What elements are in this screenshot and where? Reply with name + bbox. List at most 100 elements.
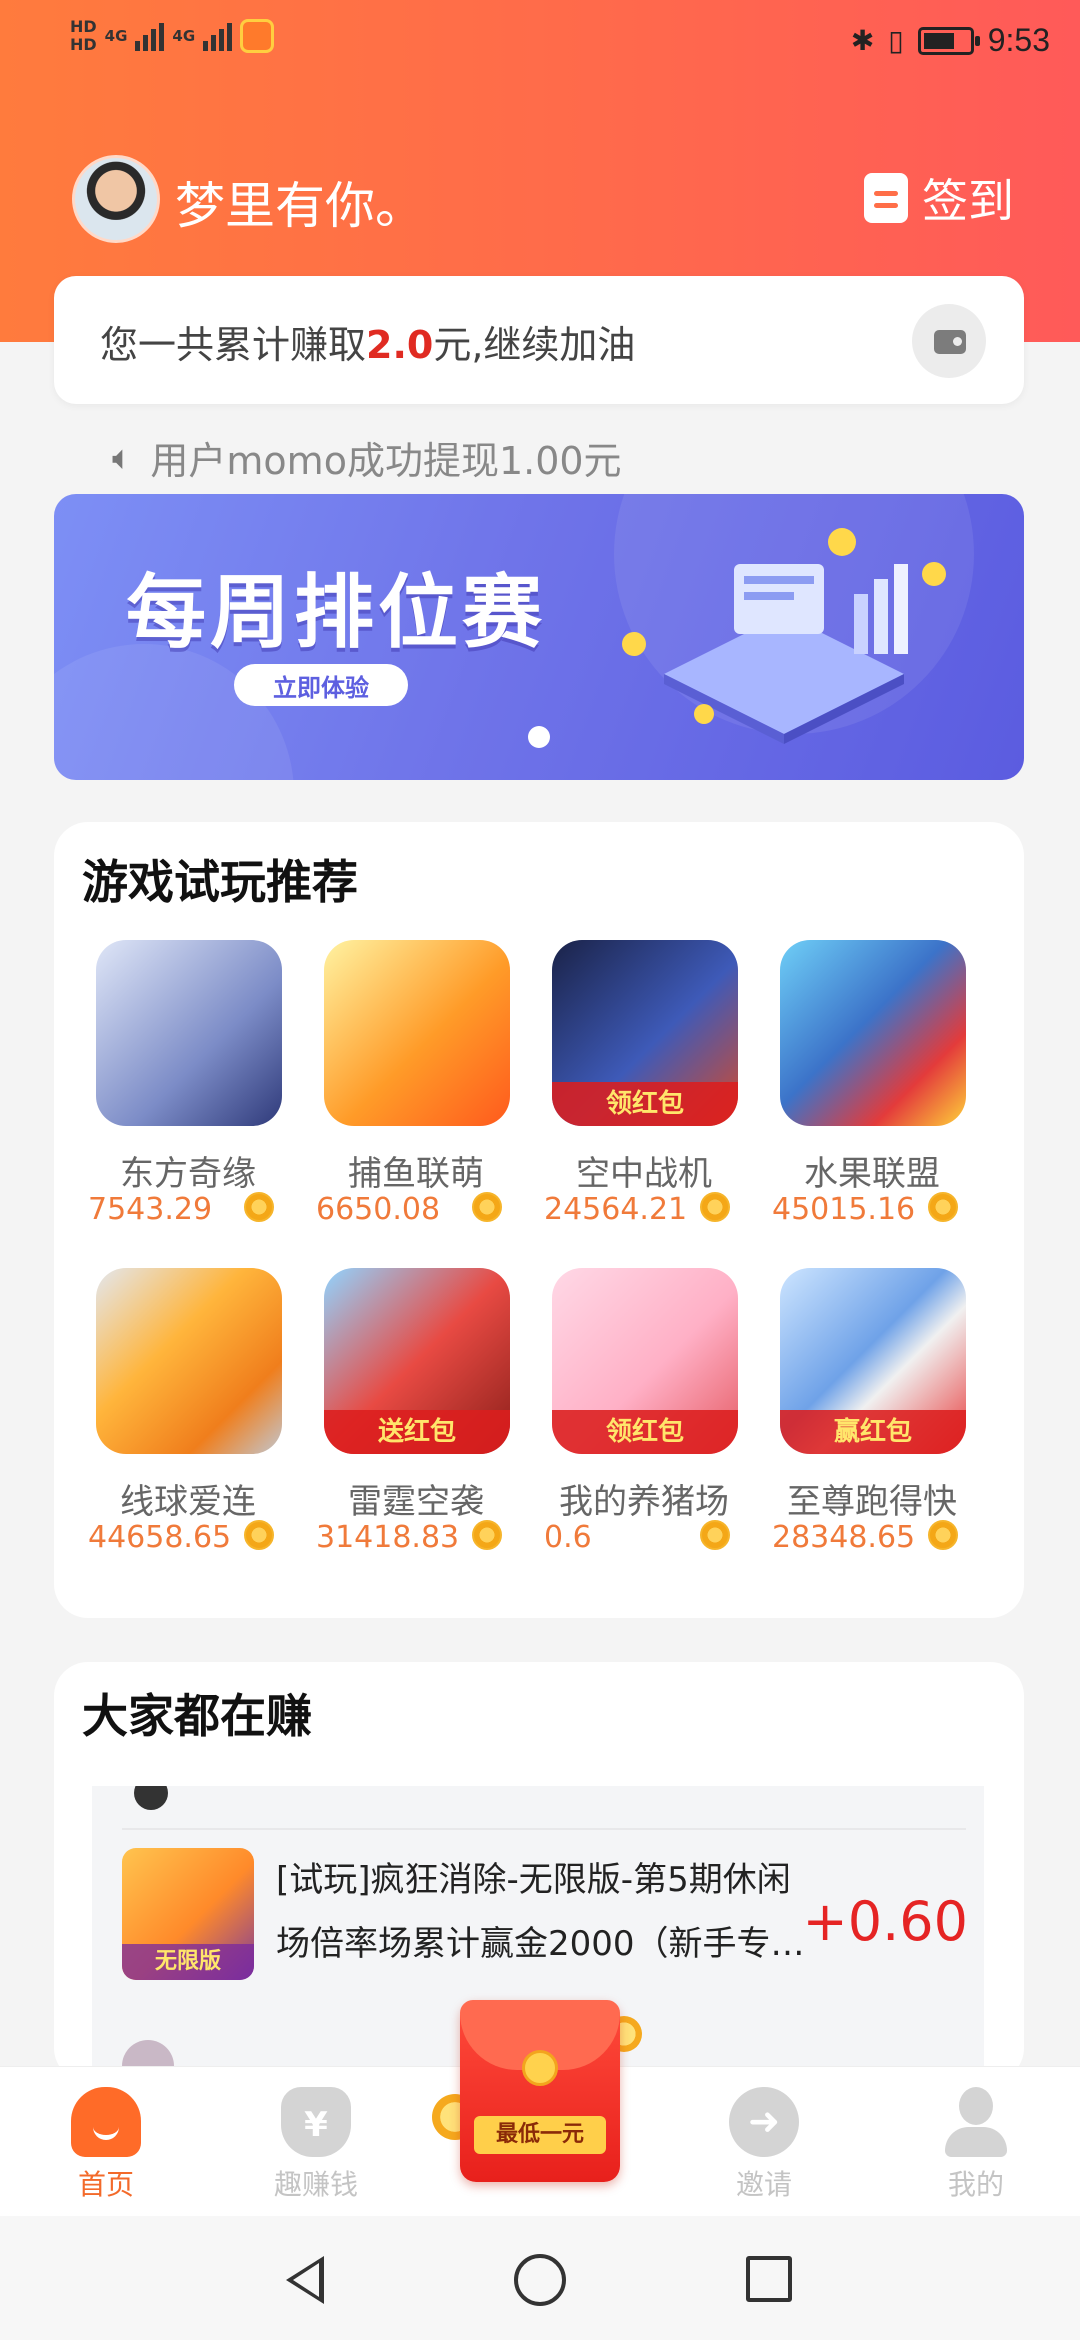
calendar-icon: [864, 173, 908, 223]
game-icon-tag: 赢红包: [780, 1410, 966, 1454]
status-bar: HD HD 4G 4G ✱ ▯ 9:53: [0, 0, 1080, 90]
coin-icon: [472, 1192, 502, 1222]
red-packet-button[interactable]: 最低一元: [432, 1996, 648, 2196]
app-screen: HD HD 4G 4G ✱ ▯ 9:53 梦里有你。 签到 您一共累计赚取2.0…: [0, 0, 1080, 2340]
game-icon: 送红包: [324, 1268, 510, 1454]
app-notification-icon: [240, 19, 275, 53]
recents-icon[interactable]: [746, 2256, 792, 2302]
game-tile[interactable]: 领红包 我的养猪场 0.6: [530, 1256, 758, 1560]
earnings-card: 您一共累计赚取2.0元,继续加油: [54, 276, 1024, 404]
game-icon-tag: 领红包: [552, 1082, 738, 1126]
earnings-amount: 2.0: [366, 323, 434, 367]
earning-feed-item[interactable]: 无限版 [试玩]疯狂消除-无限版-第5期休闲场倍率场累计赢金2000（新手专享）…: [92, 1786, 984, 2022]
network-type-1: 4G: [104, 27, 128, 45]
tab-earn[interactable]: 趣赚钱: [246, 2087, 386, 2203]
coin-icon: [700, 1520, 730, 1550]
home-icon: [71, 2087, 141, 2157]
game-score: 45015.16: [772, 1192, 916, 1227]
tab-mine[interactable]: 我的: [906, 2087, 1046, 2203]
back-icon[interactable]: [286, 2256, 324, 2304]
game-score: 0.6: [544, 1520, 592, 1555]
red-packet-label: 最低一元: [474, 2116, 606, 2154]
person-icon: [941, 2087, 1011, 2157]
game-tile[interactable]: 捕鱼联萌 6650.08: [302, 928, 530, 1232]
game-icon: 赢红包: [780, 1268, 966, 1454]
game-name: 我的养猪场: [559, 1482, 729, 1522]
notice-text: 用户momo成功提现1.00元: [150, 439, 622, 483]
tab-home-label: 首页: [77, 2168, 134, 2201]
bluetooth-icon: ✱: [850, 24, 875, 57]
divider: [122, 1828, 966, 1830]
username: 梦里有你。: [175, 177, 425, 235]
feed-task-text: [试玩]疯狂消除-无限版-第5期休闲场倍率场累计赢金2000（新手专享）: [276, 1860, 791, 1964]
game-tile[interactable]: 赢红包 至尊跑得快 28348.65: [758, 1256, 986, 1560]
game-score: 6650.08: [316, 1192, 441, 1227]
game-icon: [780, 940, 966, 1126]
game-icon-tag: 送红包: [324, 1410, 510, 1454]
game-tile[interactable]: 线球爱连 44658.65: [74, 1256, 302, 1560]
banner-try-button[interactable]: 立即体验: [234, 664, 408, 706]
game-name: 捕鱼联萌: [348, 1154, 484, 1194]
game-score: 7543.29: [88, 1192, 213, 1227]
coin-icon: [472, 1520, 502, 1550]
hd-indicators: HD HD: [70, 18, 97, 54]
network-type-2: 4G: [172, 27, 196, 45]
battery-icon: [917, 26, 980, 55]
game-tile[interactable]: 送红包 雷霆空袭 31418.83: [302, 1256, 530, 1560]
tab-home[interactable]: 首页: [36, 2087, 176, 2203]
game-name: 雷霆空袭: [348, 1482, 484, 1522]
hd1-label: HD: [70, 17, 97, 36]
game-tile[interactable]: 东方奇缘 7543.29: [74, 928, 302, 1232]
banner-title: 每周排位赛: [126, 566, 546, 659]
withdraw-notice: 🔈︎ 用户momo成功提现1.00元: [112, 430, 622, 485]
game-name: 水果联盟: [804, 1154, 940, 1194]
tab-earn-label: 趣赚钱: [273, 2168, 358, 2201]
earnings-prefix: 您一共累计赚取: [100, 323, 367, 367]
status-left: HD HD 4G 4G: [70, 18, 275, 54]
game-name: 线球爱连: [120, 1482, 256, 1522]
clock: 9:53: [987, 22, 1050, 58]
game-icon: [324, 940, 510, 1126]
games-section: 游戏试玩推荐 东方奇缘 7543.29 捕鱼联萌 6650.08 领红包 空中战…: [54, 822, 1024, 1618]
game-icon: [96, 1268, 282, 1454]
feed-thumbnail-tag: 无限版: [122, 1944, 254, 1980]
yuan-seal-icon: [522, 2050, 558, 2086]
game-name: 至尊跑得快: [787, 1482, 957, 1522]
game-score: 28348.65: [772, 1520, 916, 1555]
game-name: 东方奇缘: [120, 1154, 256, 1194]
game-icon-tag: 领红包: [552, 1410, 738, 1454]
sign-in-button[interactable]: 签到: [864, 165, 1014, 231]
status-right: ✱ ▯ 9:53: [851, 22, 1050, 59]
game-tile[interactable]: 水果联盟 45015.16: [758, 928, 986, 1232]
tab-invite[interactable]: 邀请: [694, 2087, 834, 2203]
earnings-suffix: 元,继续加油: [433, 323, 636, 367]
feed-game-thumbnail: 无限版: [122, 1848, 254, 1980]
vibrate-icon: ▯: [888, 24, 904, 57]
games-section-title: 游戏试玩推荐: [82, 855, 358, 909]
everyone-section-title: 大家都在赚: [82, 1689, 312, 1743]
promo-banner[interactable]: 每周排位赛 立即体验: [54, 494, 1024, 780]
avatar: [134, 1786, 168, 1810]
banner-page-indicator: [528, 726, 550, 748]
game-score: 31418.83: [316, 1520, 460, 1555]
tab-invite-label: 邀请: [735, 2168, 792, 2201]
hd2-label: HD: [70, 35, 97, 54]
coin-icon: [928, 1192, 958, 1222]
game-tile[interactable]: 领红包 空中战机 24564.21: [530, 928, 758, 1232]
tab-mine-label: 我的: [947, 2168, 1004, 2201]
wallet-icon[interactable]: [912, 304, 986, 378]
speaker-icon: 🔈︎: [112, 437, 133, 478]
coin-icon: [928, 1520, 958, 1550]
avatar[interactable]: [72, 155, 160, 243]
game-icon: 领红包: [552, 940, 738, 1126]
game-score: 24564.21: [544, 1192, 688, 1227]
earnings-text: 您一共累计赚取2.0元,继续加油: [100, 314, 635, 369]
games-grid: 东方奇缘 7543.29 捕鱼联萌 6650.08 领红包 空中战机 24564…: [54, 928, 1024, 1560]
sign-in-label: 签到: [922, 174, 1014, 228]
coin-icon: [244, 1520, 274, 1550]
coin-icon: [700, 1192, 730, 1222]
system-navigation-bar: [0, 2216, 1080, 2340]
game-icon: [96, 940, 282, 1126]
home-circle-icon[interactable]: [514, 2254, 566, 2306]
coin-icon: [244, 1192, 274, 1222]
